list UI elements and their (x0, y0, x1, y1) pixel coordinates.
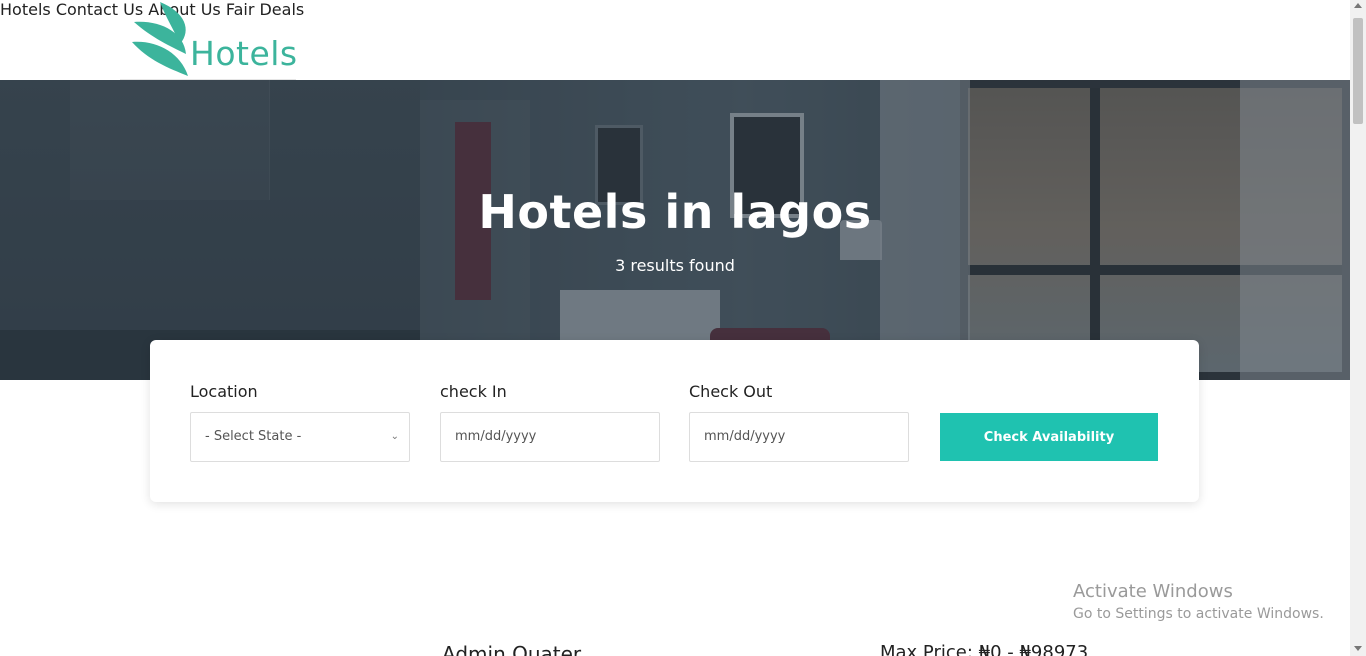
nav-hotels[interactable]: Hotels (0, 0, 51, 19)
location-label: Location (190, 382, 258, 401)
results-count: 3 results found (615, 256, 735, 275)
checkin-date-input[interactable]: mm/dd/yyyy (440, 412, 660, 462)
hotel-result-price: Max Price: ₦0 - ₦98973 (880, 642, 1089, 656)
chevron-down-icon: ⌄ (390, 431, 399, 442)
logo-text: Hotels (190, 34, 298, 73)
scrollbar-thumb[interactable] (1353, 18, 1363, 124)
availability-search-card: Location - Select State - ⌄ check In mm/… (150, 340, 1199, 502)
windows-activation-subtitle: Go to Settings to activate Windows. (1073, 606, 1324, 622)
checkout-placeholder: mm/dd/yyyy (704, 429, 786, 444)
windows-activation-title: Activate Windows (1073, 581, 1233, 602)
check-availability-button[interactable]: Check Availability (940, 413, 1158, 461)
checkout-date-input[interactable]: mm/dd/yyyy (689, 412, 909, 462)
page-scrollbar[interactable] (1350, 0, 1366, 656)
top-navbar: Hotels Hotels Contact Us About Us Fair D… (0, 0, 1350, 80)
page-title: Hotels in lagos (478, 185, 872, 239)
scroll-up-arrow-icon[interactable] (1354, 3, 1362, 8)
checkin-label: check In (440, 382, 507, 401)
site-logo[interactable]: Hotels (120, 0, 298, 80)
location-select-value: - Select State - (205, 429, 302, 444)
hotel-result-name[interactable]: Admin Quater (442, 642, 581, 656)
checkout-label: Check Out (689, 382, 773, 401)
checkin-placeholder: mm/dd/yyyy (455, 429, 537, 444)
scroll-down-arrow-icon[interactable] (1354, 646, 1362, 651)
hero-banner: Hotels in lagos 3 results found (0, 80, 1350, 380)
location-select[interactable]: - Select State - ⌄ (190, 412, 410, 462)
